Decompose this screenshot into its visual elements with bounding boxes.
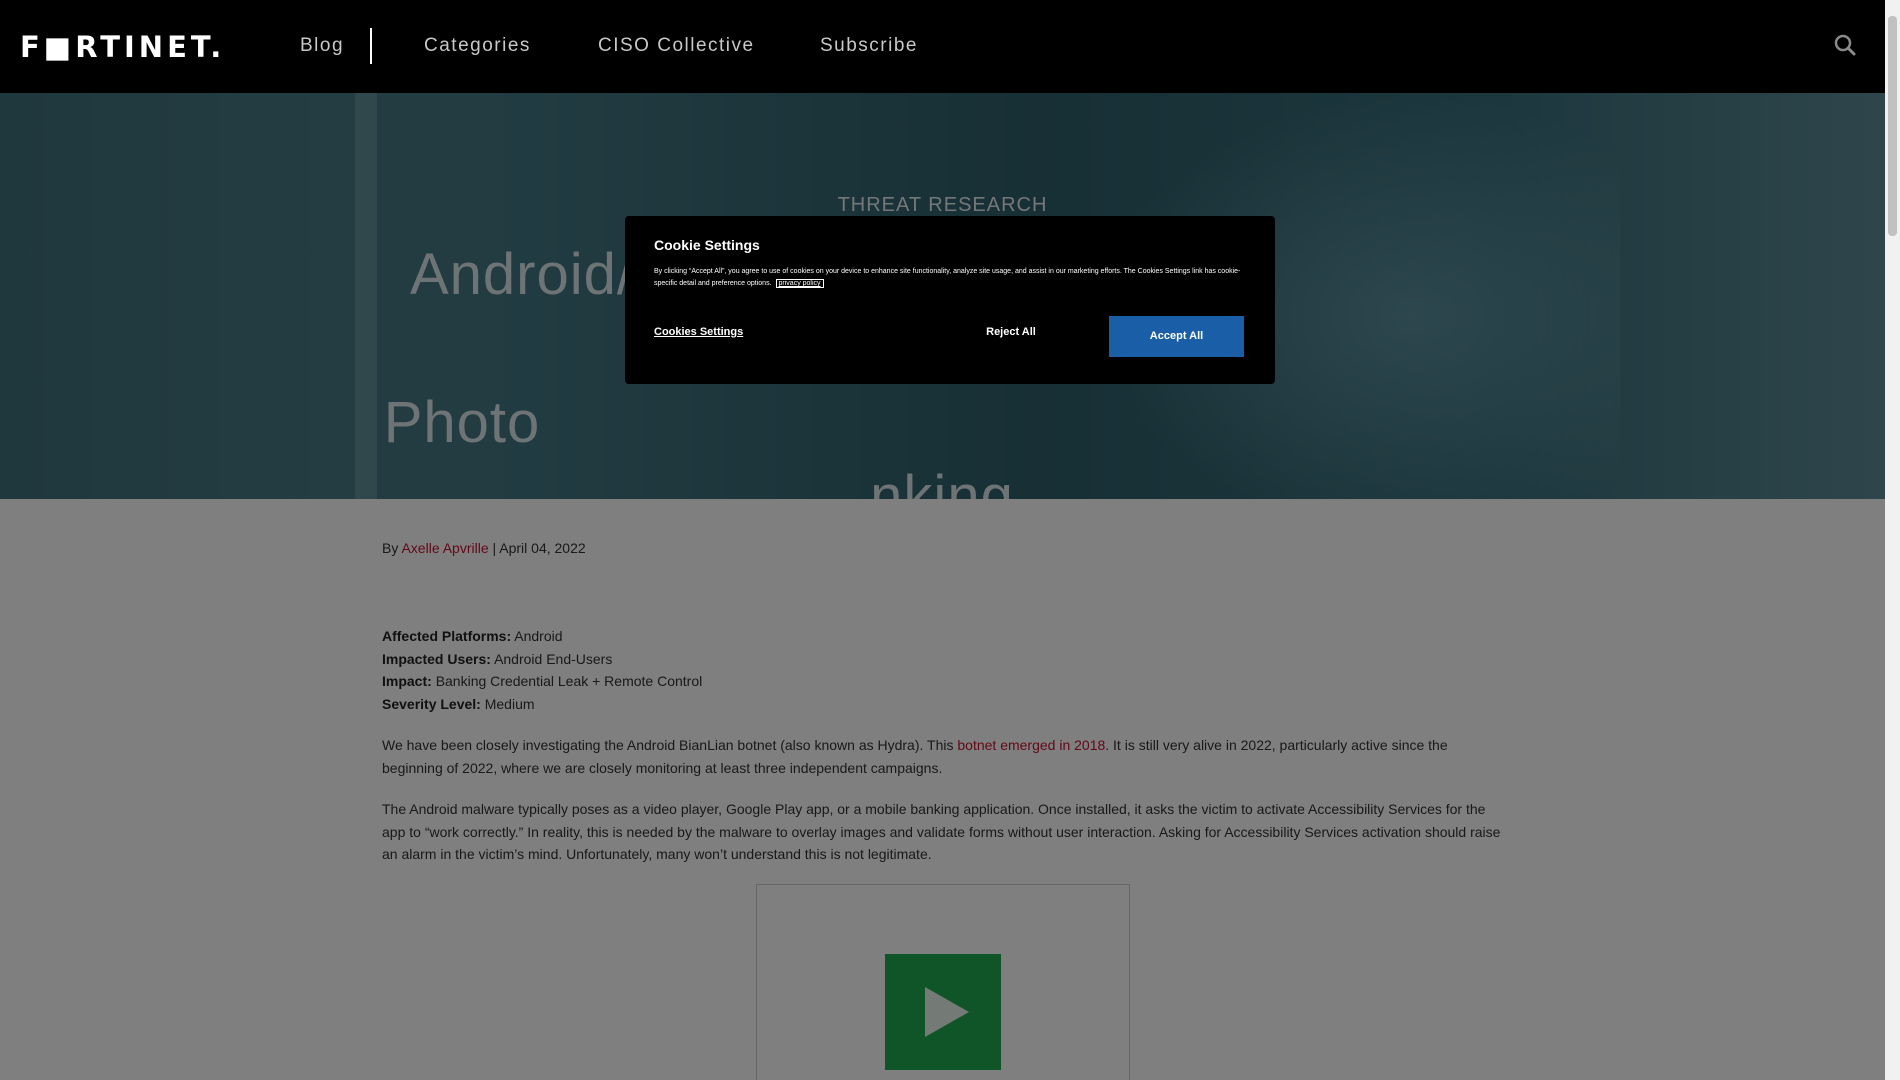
page-scrollbar[interactable]	[1885, 0, 1900, 1080]
nav-blog[interactable]: Blog	[300, 35, 344, 57]
privacy-policy-link[interactable]: privacy policy	[775, 279, 824, 288]
scrollbar-thumb[interactable]	[1888, 16, 1897, 236]
nav-divider	[370, 28, 372, 64]
reject-all-button[interactable]: Reject All	[971, 326, 1051, 338]
nav-ciso-collective[interactable]: CISO Collective	[598, 35, 755, 57]
cookie-settings-dialog: Cookie Settings By clicking “Accept All”…	[625, 216, 1275, 384]
cookie-dialog-text: By clicking “Accept All”, you agree to u…	[654, 268, 1241, 288]
fortinet-logo[interactable]: F■RTINET.	[20, 30, 225, 64]
accept-all-button[interactable]: Accept All	[1109, 316, 1244, 357]
site-header: F■RTINET. Blog Categories CISO Collectiv…	[0, 0, 1885, 93]
cookie-dialog-title: Cookie Settings	[654, 237, 760, 253]
cookies-settings-button[interactable]: Cookies Settings	[654, 326, 743, 338]
search-icon[interactable]	[1833, 33, 1857, 57]
nav-categories[interactable]: Categories	[424, 35, 531, 57]
nav-subscribe[interactable]: Subscribe	[820, 35, 918, 57]
